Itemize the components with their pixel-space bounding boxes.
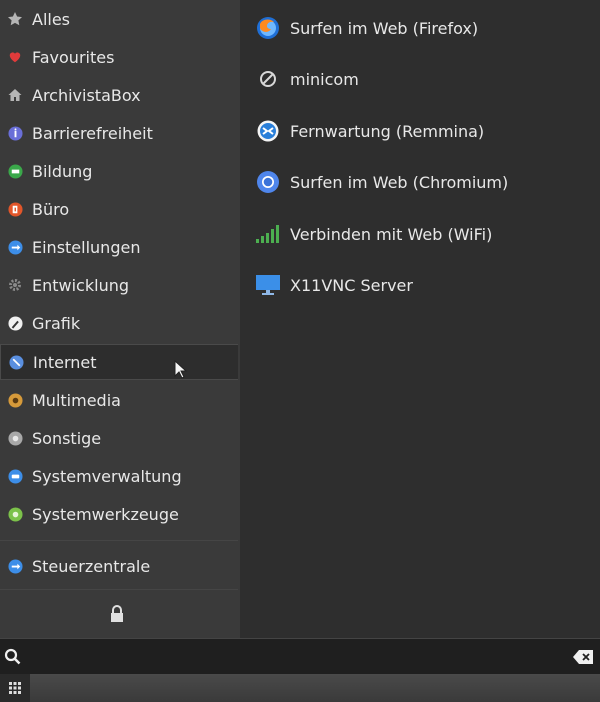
- category-sidebar: Alles Favourites ArchivistaBox Barrieref…: [0, 0, 240, 638]
- search-input[interactable]: [26, 643, 570, 671]
- app-label: X11VNC Server: [290, 275, 413, 295]
- accessibility-icon: [7, 125, 23, 141]
- category-einstellungen[interactable]: Einstellungen: [0, 229, 238, 265]
- app-label: Fernwartung (Remmina): [290, 121, 485, 141]
- category-grafik[interactable]: Grafik: [0, 305, 238, 341]
- category-label: Bildung: [32, 161, 93, 181]
- category-alles[interactable]: Alles: [0, 1, 238, 37]
- category-label: Barrierefreiheit: [32, 123, 153, 143]
- wifi-icon: [255, 221, 281, 247]
- gear-icon: [7, 277, 23, 293]
- control-center-icon: [7, 558, 23, 574]
- clear-search-button[interactable]: [573, 649, 593, 668]
- category-favourites[interactable]: Favourites: [0, 39, 238, 75]
- other-icon: [7, 430, 23, 446]
- sidebar-separator: [0, 540, 238, 541]
- category-buero[interactable]: Büro: [0, 191, 238, 227]
- app-label: Surfen im Web (Firefox): [290, 18, 479, 38]
- app-label: minicom: [290, 69, 359, 89]
- chromium-icon: [255, 169, 281, 195]
- category-label: ArchivistaBox: [32, 85, 141, 105]
- app-firefox[interactable]: Surfen im Web (Firefox): [240, 8, 600, 48]
- office-icon: [7, 201, 23, 217]
- taskbar: [0, 674, 600, 702]
- category-internet[interactable]: Internet: [0, 344, 238, 380]
- application-menu: Alles Favourites ArchivistaBox Barrieref…: [0, 0, 600, 638]
- sidebar-separator: [0, 589, 238, 590]
- category-label: Steuerzentrale: [32, 556, 151, 576]
- backspace-icon: [573, 650, 593, 664]
- category-multimedia[interactable]: Multimedia: [0, 382, 238, 418]
- app-remmina[interactable]: Fernwartung (Remmina): [240, 111, 600, 151]
- lock-button[interactable]: [108, 604, 126, 624]
- category-label: Systemwerkzeuge: [32, 504, 179, 524]
- app-wifi[interactable]: Verbinden mit Web (WiFi): [240, 214, 600, 254]
- app-label: Verbinden mit Web (WiFi): [290, 224, 493, 244]
- education-icon: [7, 163, 23, 179]
- category-label: Grafik: [32, 313, 81, 333]
- system-admin-icon: [7, 468, 23, 484]
- app-minicom[interactable]: minicom: [240, 59, 600, 99]
- star-icon: [7, 11, 23, 27]
- category-steuerzentrale[interactable]: Steuerzentrale: [0, 548, 238, 584]
- category-bildung[interactable]: Bildung: [0, 153, 238, 189]
- graphics-icon: [7, 315, 23, 331]
- firefox-icon: [255, 15, 281, 41]
- home-icon: [7, 87, 23, 103]
- internet-icon: [8, 354, 24, 370]
- category-label: Systemverwaltung: [32, 466, 182, 486]
- search-icon: [4, 648, 22, 670]
- app-x11vnc[interactable]: X11VNC Server: [240, 265, 600, 305]
- lock-icon: [111, 605, 123, 622]
- category-label: Büro: [32, 199, 70, 219]
- minicom-icon: [255, 66, 281, 92]
- category-label: Entwicklung: [32, 275, 129, 295]
- category-label: Einstellungen: [32, 237, 141, 257]
- app-chromium[interactable]: Surfen im Web (Chromium): [240, 162, 600, 202]
- category-label: Multimedia: [32, 390, 121, 410]
- search-bar: [0, 638, 600, 674]
- app-label: Surfen im Web (Chromium): [290, 172, 509, 192]
- monitor-icon: [255, 272, 281, 298]
- category-label: Alles: [32, 9, 71, 29]
- heart-icon: [7, 49, 23, 65]
- category-label: Favourites: [32, 47, 115, 67]
- multimedia-icon: [7, 392, 23, 408]
- category-archivistabox[interactable]: ArchivistaBox: [0, 77, 238, 113]
- app-menu-button[interactable]: [0, 674, 30, 702]
- category-systemverwaltung[interactable]: Systemverwaltung: [0, 458, 238, 494]
- mouse-pointer-icon: [174, 359, 188, 384]
- category-barrierefreiheit[interactable]: Barrierefreiheit: [0, 115, 238, 151]
- app-list: Surfen im Web (Firefox) minicom Fernwart…: [240, 0, 600, 638]
- category-label: Internet: [33, 352, 97, 372]
- category-sonstige[interactable]: Sonstige: [0, 420, 238, 456]
- category-entwicklung[interactable]: Entwicklung: [0, 267, 238, 303]
- system-tools-icon: [7, 506, 23, 522]
- category-systemwerkzeuge[interactable]: Systemwerkzeuge: [0, 496, 238, 532]
- settings-icon: [7, 239, 23, 255]
- category-label: Sonstige: [32, 428, 102, 448]
- remmina-icon: [255, 118, 281, 144]
- grid-icon: [9, 682, 21, 694]
